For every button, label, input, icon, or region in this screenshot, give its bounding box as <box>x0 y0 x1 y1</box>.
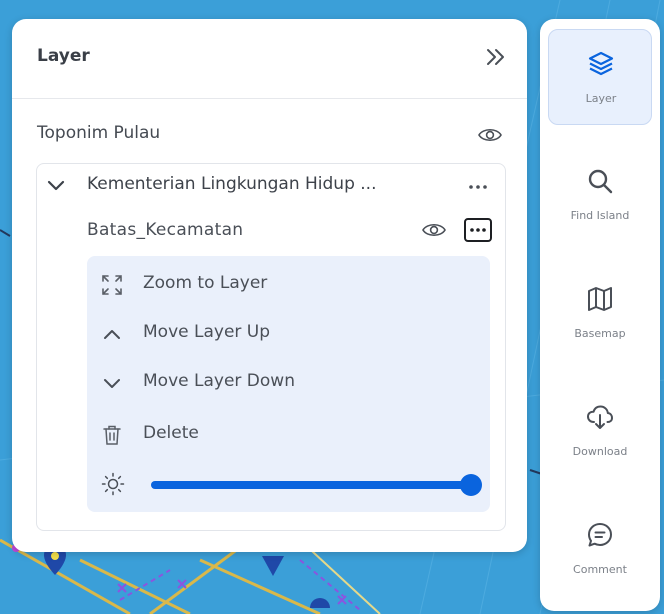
toolbar-label: Find Island <box>570 209 630 222</box>
search-icon <box>586 167 614 195</box>
toolbar-label: Layer <box>585 92 617 105</box>
cloud-download-icon <box>586 403 614 431</box>
menu-item-move-layer-down[interactable]: Move Layer Down <box>101 364 471 400</box>
opacity-slider-thumb[interactable] <box>460 474 482 496</box>
layer-group-title: Kementerian Lingkungan Hidup ... <box>87 174 377 194</box>
toolbar-button-basemap[interactable]: Basemap <box>548 265 652 361</box>
comment-icon <box>586 521 614 549</box>
map-icon <box>586 285 614 313</box>
menu-item-move-layer-up[interactable]: Move Layer Up <box>101 315 471 351</box>
brightness-icon <box>101 472 125 496</box>
toolbar-label: Basemap <box>574 327 626 340</box>
right-toolbar: Layer Find Island Basemap Download Comme… <box>540 19 660 611</box>
layer-row-toponim-pulau: Toponim Pulau <box>37 119 507 151</box>
layer-panel-title: Layer <box>37 46 90 66</box>
toolbar-button-comment[interactable]: Comment <box>548 501 652 597</box>
sublayer-label: Batas_Kecamatan <box>87 220 244 240</box>
chevron-up-icon <box>101 323 123 345</box>
menu-item-label: Move Layer Down <box>143 371 295 391</box>
chevron-down-icon[interactable] <box>47 178 65 192</box>
double-chevron-right-icon[interactable] <box>482 43 510 71</box>
menu-item-label: Delete <box>143 423 199 443</box>
layer-label: Toponim Pulau <box>37 123 161 143</box>
opacity-slider[interactable] <box>151 474 482 496</box>
menu-item-delete[interactable]: Delete <box>101 416 471 452</box>
menu-item-label: Move Layer Up <box>143 322 271 342</box>
toolbar-button-layer[interactable]: Layer <box>548 29 652 125</box>
layer-panel: Layer Toponim Pulau Kementerian Lingkung… <box>12 19 527 552</box>
layer-group-header[interactable]: Kementerian Lingkungan Hidup ... <box>37 164 507 208</box>
zoom-extent-icon <box>101 274 123 296</box>
menu-item-zoom-to-layer[interactable]: Zoom to Layer <box>101 266 471 302</box>
toolbar-label: Download <box>572 445 628 458</box>
more-horizontal-icon[interactable] <box>465 177 491 199</box>
toolbar-label: Comment <box>573 563 627 576</box>
eye-icon[interactable] <box>421 220 447 240</box>
trash-icon <box>101 424 123 446</box>
layer-context-menu: Zoom to Layer Move Layer Up Move Layer D… <box>87 256 490 512</box>
toolbar-button-find-island[interactable]: Find Island <box>548 147 652 243</box>
layer-group: Kementerian Lingkungan Hidup ... Batas_K… <box>36 163 506 531</box>
chevron-down-icon <box>101 372 123 394</box>
menu-item-label: Zoom to Layer <box>143 273 268 293</box>
toolbar-button-download[interactable]: Download <box>548 383 652 479</box>
opacity-slider-row <box>101 468 482 502</box>
layers-icon <box>587 50 615 78</box>
eye-icon[interactable] <box>477 125 503 145</box>
layer-panel-header: Layer <box>12 19 527 99</box>
more-horizontal-icon[interactable] <box>464 218 492 242</box>
